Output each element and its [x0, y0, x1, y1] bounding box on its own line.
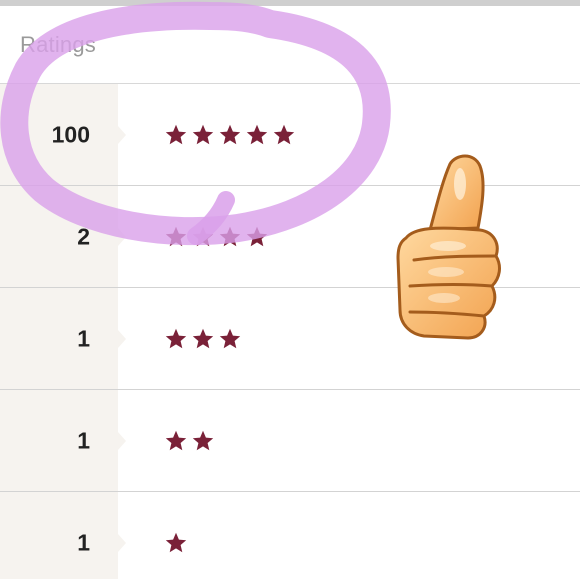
- star-icon: [219, 124, 241, 144]
- rating-count: 1: [77, 529, 90, 555]
- star-rating: [164, 327, 242, 351]
- ratings-header: Ratings: [0, 6, 580, 84]
- star-icon: [192, 124, 214, 144]
- rating-count: 2: [77, 223, 90, 249]
- rating-count: 1: [77, 427, 90, 453]
- thumbs-up-emoji-icon: [384, 148, 502, 340]
- star-rating: [164, 225, 269, 249]
- rating-count-cell: 1: [0, 492, 126, 579]
- rating-count-cell: 1: [0, 390, 126, 491]
- star-icon: [165, 532, 187, 552]
- star-icon: [192, 328, 214, 348]
- star-icon: [165, 328, 187, 348]
- star-icon: [219, 226, 241, 246]
- star-icon: [246, 124, 268, 144]
- star-icon: [192, 430, 214, 450]
- star-rating: [164, 429, 215, 453]
- rating-count: 100: [51, 121, 90, 147]
- ratings-title: Ratings: [20, 32, 96, 57]
- star-icon: [246, 226, 268, 246]
- star-icon: [165, 226, 187, 246]
- rating-count-cell: 2: [0, 186, 126, 287]
- ratings-screen: Ratings 100 2 1 1 1: [0, 0, 580, 579]
- rating-count-cell: 1: [0, 288, 126, 389]
- rating-row-1-star[interactable]: 1: [0, 492, 580, 579]
- star-icon: [192, 226, 214, 246]
- star-rating: [164, 123, 296, 147]
- rating-count: 1: [77, 325, 90, 351]
- rating-count-cell: 100: [0, 84, 126, 185]
- rating-row-2-stars[interactable]: 1: [0, 390, 580, 492]
- star-rating: [164, 531, 188, 555]
- star-icon: [165, 430, 187, 450]
- star-icon: [219, 328, 241, 348]
- star-icon: [165, 124, 187, 144]
- star-icon: [273, 124, 295, 144]
